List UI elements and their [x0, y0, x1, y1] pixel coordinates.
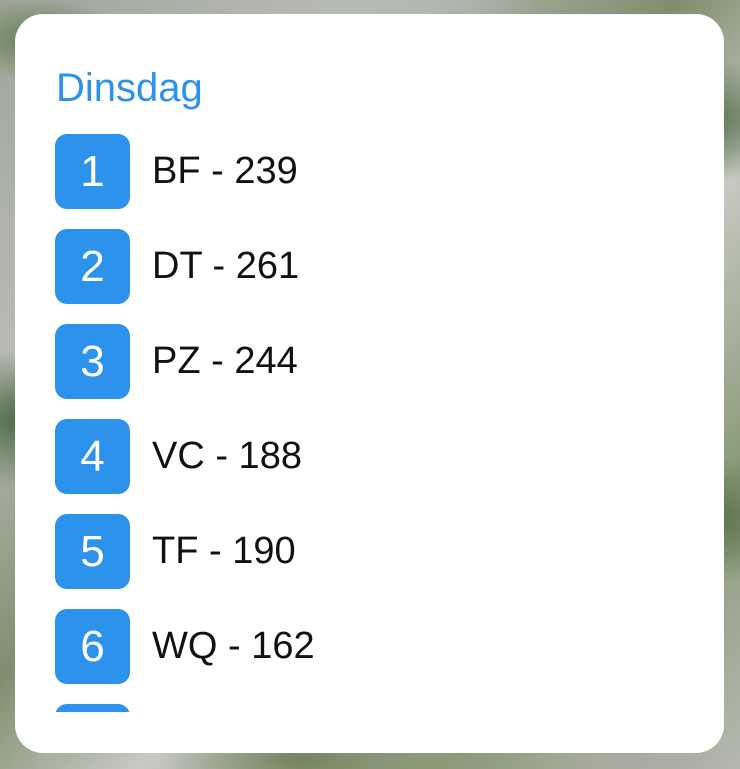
item-number-badge: 6	[55, 609, 130, 684]
list-item[interactable]	[55, 704, 695, 712]
item-label: DT - 261	[152, 245, 300, 287]
list-item[interactable]: 3 PZ - 244	[55, 324, 695, 399]
item-list[interactable]: 1 BF - 239 2 DT - 261 3 PZ - 244 4 VC - …	[55, 134, 695, 712]
list-item[interactable]: 2 DT - 261	[55, 229, 695, 304]
list-item[interactable]: 1 BF - 239	[55, 134, 695, 209]
list-item[interactable]: 4 VC - 188	[55, 419, 695, 494]
item-number-badge: 5	[55, 514, 130, 589]
item-number-badge: 1	[55, 134, 130, 209]
item-number-badge	[55, 704, 130, 712]
item-label: WQ - 162	[152, 625, 315, 667]
item-number-badge: 4	[55, 419, 130, 494]
list-item[interactable]: 5 TF - 190	[55, 514, 695, 589]
widget-card: Dinsdag 1 BF - 239 2 DT - 261 3 PZ - 244…	[15, 14, 724, 753]
widget-title: Dinsdag	[56, 66, 203, 110]
item-number-badge: 3	[55, 324, 130, 399]
item-label: BF - 239	[152, 150, 298, 192]
list-item[interactable]: 6 WQ - 162	[55, 609, 695, 684]
item-label: PZ - 244	[152, 340, 298, 382]
item-label: VC - 188	[152, 435, 302, 477]
item-number-badge: 2	[55, 229, 130, 304]
item-label: TF - 190	[152, 530, 296, 572]
